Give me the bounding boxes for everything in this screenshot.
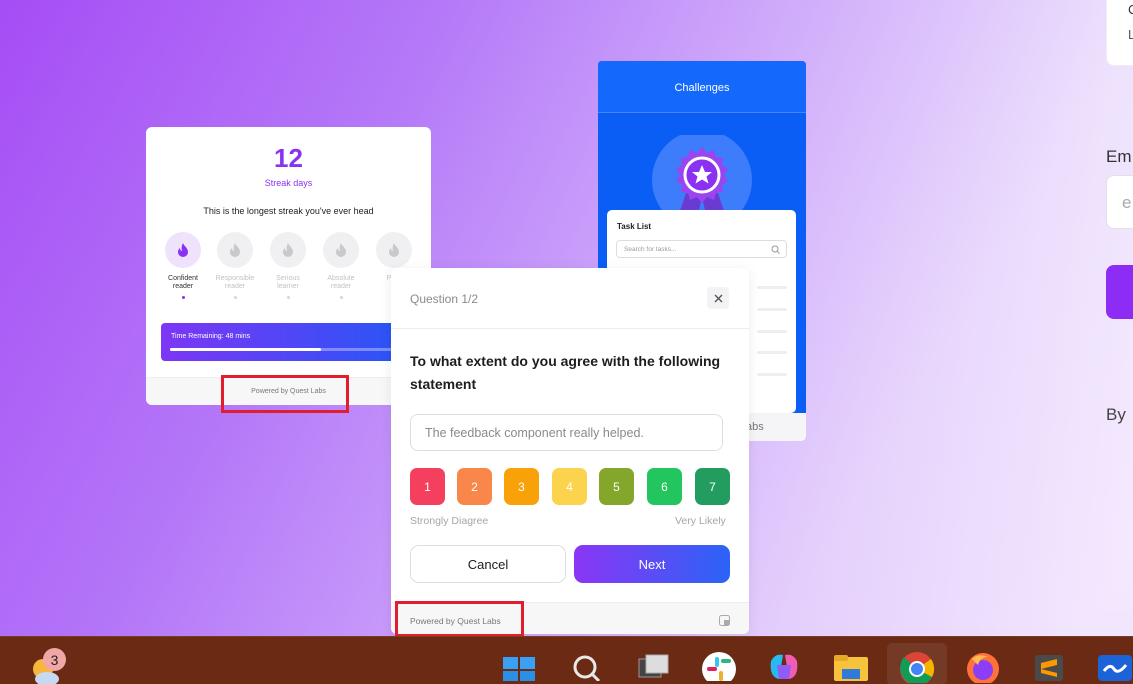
time-progress-fill — [170, 348, 321, 351]
badge-label-line2: reader — [224, 283, 246, 290]
rating-button-6[interactable]: 6 — [647, 468, 682, 505]
time-remaining-bar: Time Remaining: 48 mins — [161, 323, 401, 361]
start-icon — [503, 657, 535, 681]
badge-label-line1: Confident — [168, 275, 198, 282]
search-button[interactable] — [565, 645, 605, 684]
highlight-box — [395, 601, 524, 637]
chrome-icon — [900, 652, 935, 683]
time-progress-track — [170, 348, 392, 351]
copilot-app[interactable] — [764, 645, 804, 684]
copilot-icon — [770, 654, 798, 679]
badge-label-line1: Serious — [276, 275, 300, 282]
feedback-input[interactable]: The feedback component really helped. — [410, 414, 723, 451]
badge-label-line2: reader — [330, 283, 352, 290]
quest-logo-icon — [719, 615, 730, 626]
task-placeholder-line — [757, 351, 787, 354]
rating-button-2[interactable]: 2 — [457, 468, 492, 505]
search-icon — [573, 655, 601, 681]
badge-absolute-reader[interactable]: Absolute reader — [315, 232, 367, 299]
badge-dot — [181, 296, 185, 299]
task-placeholder-line — [757, 330, 787, 333]
rating-button-5[interactable]: 5 — [599, 468, 634, 505]
partial-text: C — [1128, 2, 1133, 17]
question-header: Question 1/2 — [391, 268, 749, 329]
rating-button-3[interactable]: 3 — [504, 468, 539, 505]
badge-label-line2: learner — [277, 283, 299, 290]
rating-button-1[interactable]: 1 — [410, 468, 445, 505]
weather-notification-badge: 3 — [43, 648, 66, 671]
task-search-placeholder: Search for tasks... — [624, 246, 677, 253]
streak-card: 12 Streak days This is the longest strea… — [146, 127, 431, 405]
task-view-button[interactable] — [634, 645, 674, 684]
next-button[interactable]: Next — [574, 545, 730, 583]
question-card: Question 1/2 To what extent do you agree… — [391, 268, 749, 634]
badge-confident-reader[interactable]: Confident reader — [157, 232, 209, 299]
time-remaining-text: Time Remaining: 48 mins — [171, 333, 251, 340]
email-field[interactable]: e — [1106, 175, 1133, 229]
task-placeholder-line — [757, 308, 787, 311]
flame-icon — [323, 232, 359, 268]
whiteboard-app[interactable] — [1095, 645, 1133, 684]
email-placeholder: e — [1122, 193, 1132, 212]
search-icon — [771, 245, 780, 254]
badge-responsible-reader[interactable]: Responsible reader — [209, 232, 261, 299]
file-explorer-icon — [834, 655, 868, 681]
flame-icon — [217, 232, 253, 268]
task-list-title: Task List — [617, 222, 652, 231]
start-button[interactable] — [499, 645, 539, 684]
badge-label-line2: reader — [172, 283, 194, 290]
task-placeholder-line — [757, 373, 787, 376]
badge-dot — [233, 296, 237, 299]
highlight-box — [221, 375, 349, 413]
sublime-text-app[interactable] — [1029, 645, 1069, 684]
flame-icon — [270, 232, 306, 268]
question-statement: To what extent do you agree with the fol… — [410, 353, 721, 392]
slack-app[interactable] — [699, 645, 739, 684]
challenges-title: Challenges — [674, 82, 730, 94]
cancel-button[interactable]: Cancel — [410, 545, 566, 583]
file-explorer-app[interactable] — [831, 645, 871, 684]
challenges-header: Challenges — [598, 61, 806, 113]
task-search-input[interactable]: Search for tasks... — [616, 240, 787, 258]
flame-icon — [376, 232, 412, 268]
firefox-icon — [967, 653, 999, 683]
chrome-app[interactable] — [897, 645, 937, 684]
taskbar: 3 — [0, 636, 1133, 684]
streak-count: 12 — [274, 143, 303, 173]
rating-button-4[interactable]: 4 — [552, 468, 587, 505]
close-button[interactable] — [707, 287, 729, 309]
badge-label-line1: Responsible — [215, 275, 255, 282]
task-view-icon — [638, 654, 669, 678]
flame-icon — [165, 232, 201, 268]
scale-max-label: Very Likely — [675, 515, 726, 527]
badge-dot — [286, 296, 290, 299]
slack-icon — [702, 652, 736, 681]
rating-button-7[interactable]: 7 — [695, 468, 730, 505]
streak-label: Streak days — [264, 178, 313, 188]
scale-min-label: Strongly Diagree — [410, 515, 489, 527]
badge-label-line1: Absolute — [327, 275, 355, 282]
sublime-text-icon — [1035, 655, 1063, 681]
submit-button[interactable] — [1106, 265, 1133, 319]
badge-serious-learner[interactable]: Serious learner — [262, 232, 314, 299]
close-icon — [714, 294, 722, 302]
question-counter: Question 1/2 — [410, 292, 479, 306]
task-placeholder-line — [757, 286, 787, 289]
firefox-app[interactable] — [963, 645, 1003, 684]
whiteboard-icon — [1098, 655, 1132, 681]
streak-message: This is the longest streak you've ever h… — [203, 206, 374, 216]
badge-dot — [339, 296, 343, 299]
email-label: Em — [1106, 147, 1132, 166]
terms-text: By — [1106, 405, 1126, 424]
partial-text: L — [1128, 27, 1133, 42]
